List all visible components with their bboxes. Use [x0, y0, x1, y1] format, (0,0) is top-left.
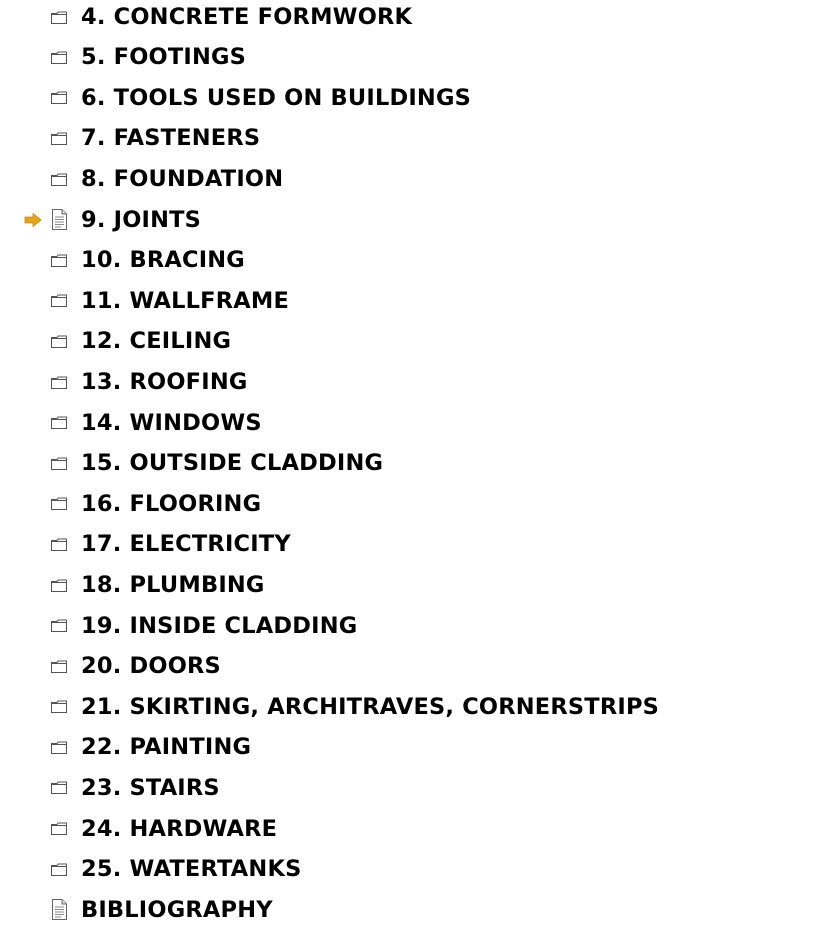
- toc-item[interactable]: 24. HARDWARE: [0, 808, 826, 849]
- toc-item-label: 14. WINDOWS: [81, 409, 262, 436]
- folder-icon: [49, 858, 69, 880]
- toc-item-label: 6. TOOLS USED ON BUILDINGS: [81, 84, 472, 111]
- folder-icon: [49, 736, 69, 758]
- toc-item-label: 18. PLUMBING: [81, 572, 265, 599]
- folder-icon: [49, 6, 69, 28]
- current-position-arrow-icon: [24, 212, 42, 227]
- toc-item[interactable]: 7. FASTENERS: [0, 118, 826, 159]
- toc-item[interactable]: 25. WATERTANKS: [0, 849, 826, 890]
- toc-item[interactable]: 18. PLUMBING: [0, 565, 826, 606]
- toc-item[interactable]: 14. WINDOWS: [0, 402, 826, 443]
- folder-icon: [49, 168, 69, 190]
- folder-icon: [49, 574, 69, 596]
- toc-item[interactable]: 10. BRACING: [0, 240, 826, 281]
- toc-item-label: 12. CEILING: [81, 328, 232, 355]
- toc-item-label: 7. FASTENERS: [81, 125, 261, 152]
- folder-icon: [49, 330, 69, 352]
- toc-item[interactable]: 4. CONCRETE FORMWORK: [0, 0, 826, 37]
- toc-item-label: 5. FOOTINGS: [81, 44, 247, 71]
- toc-item[interactable]: 22. PAINTING: [0, 727, 826, 768]
- toc-item-label: 10. BRACING: [81, 247, 245, 274]
- toc-item[interactable]: 12. CEILING: [0, 321, 826, 362]
- toc-item[interactable]: 9. JOINTS: [0, 199, 826, 240]
- folder-icon: [49, 818, 69, 840]
- folder-icon: [49, 533, 69, 555]
- toc-item[interactable]: 13. ROOFING: [0, 362, 826, 403]
- toc-item-label: 16. FLOORING: [81, 490, 262, 517]
- folder-icon: [49, 249, 69, 271]
- toc-item-label: 8. FOUNDATION: [81, 166, 284, 193]
- toc-item-label: 17. ELECTRICITY: [81, 531, 291, 558]
- folder-icon: [49, 127, 69, 149]
- folder-icon: [49, 87, 69, 109]
- toc-item[interactable]: BIBLIOGRAPHY: [0, 889, 826, 930]
- folder-icon: [49, 777, 69, 799]
- folder-icon: [49, 371, 69, 393]
- toc-item[interactable]: 17. ELECTRICITY: [0, 524, 826, 565]
- toc-item-label: 15. OUTSIDE CLADDING: [81, 450, 384, 477]
- toc-item[interactable]: 19. INSIDE CLADDING: [0, 605, 826, 646]
- folder-icon: [49, 696, 69, 718]
- toc-item-label: 20. DOORS: [81, 653, 221, 680]
- toc-item-label: 21. SKIRTING, ARCHITRAVES, CORNERSTRIPS: [81, 693, 660, 720]
- toc-item[interactable]: 16. FLOORING: [0, 484, 826, 525]
- toc-item-label: 19. INSIDE CLADDING: [81, 612, 358, 639]
- folder-icon: [49, 615, 69, 637]
- toc-item-label: 4. CONCRETE FORMWORK: [81, 4, 413, 30]
- folder-icon: [49, 452, 69, 474]
- toc-item-label: 25. WATERTANKS: [81, 856, 302, 883]
- toc-item-label: 9. JOINTS: [81, 206, 202, 233]
- toc-item[interactable]: 6. TOOLS USED ON BUILDINGS: [0, 78, 826, 119]
- toc-item-label: 22. PAINTING: [81, 734, 252, 761]
- toc-item-label: BIBLIOGRAPHY: [81, 896, 273, 923]
- toc-item-label: 11. WALLFRAME: [81, 287, 290, 314]
- toc-item[interactable]: 5. FOOTINGS: [0, 37, 826, 78]
- document-icon: [49, 209, 69, 231]
- folder-icon: [49, 412, 69, 434]
- folder-icon: [49, 493, 69, 515]
- toc-item[interactable]: 23. STAIRS: [0, 768, 826, 809]
- toc-item-label: 23. STAIRS: [81, 774, 220, 801]
- document-icon: [49, 899, 69, 921]
- toc-item-label: 24. HARDWARE: [81, 815, 278, 842]
- toc-item[interactable]: 11. WALLFRAME: [0, 281, 826, 322]
- toc-item[interactable]: 8. FOUNDATION: [0, 159, 826, 200]
- folder-icon: [49, 290, 69, 312]
- toc-item[interactable]: 21. SKIRTING, ARCHITRAVES, CORNERSTRIPS: [0, 687, 826, 728]
- table-of-contents: 4. CONCRETE FORMWORK 5. FOOTINGS 6. TOOL…: [0, 0, 826, 930]
- toc-item-label: 13. ROOFING: [81, 369, 248, 396]
- folder-icon: [49, 46, 69, 68]
- folder-icon: [49, 655, 69, 677]
- toc-item[interactable]: 20. DOORS: [0, 646, 826, 687]
- toc-item[interactable]: 15. OUTSIDE CLADDING: [0, 443, 826, 484]
